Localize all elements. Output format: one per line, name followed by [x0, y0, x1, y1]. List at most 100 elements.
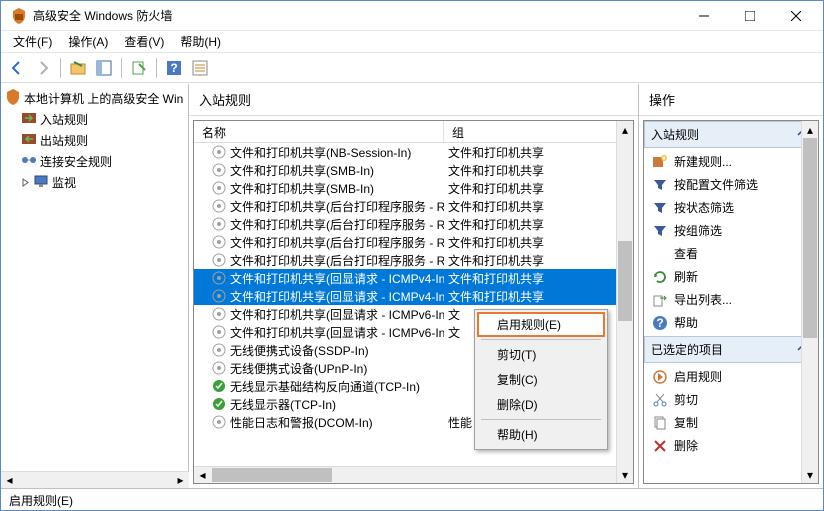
rule-group: 文件和打印机共享	[444, 162, 633, 179]
action-item[interactable]: 复制▸	[648, 411, 814, 434]
action-item[interactable]: 按组筛选▸	[648, 219, 814, 242]
tree-outbound-label: 出站规则	[40, 132, 88, 149]
tree-monitor[interactable]: 监视	[3, 172, 186, 193]
action-label: 按组筛选	[674, 222, 722, 239]
tree-root[interactable]: 本地计算机 上的高级安全 Win	[3, 88, 186, 109]
forward-button[interactable]	[31, 56, 55, 80]
tool-folder[interactable]	[66, 56, 90, 80]
actions-vscroll[interactable]: ▴▾	[801, 121, 818, 483]
close-button[interactable]	[773, 1, 819, 30]
cut-icon	[652, 392, 668, 408]
action-item[interactable]: 新建规则...▸	[648, 150, 814, 173]
action-label: 按状态筛选	[674, 199, 734, 216]
rule-row[interactable]: 文件和打印机共享(后台打印程序服务 - R...文件和打印机共享	[194, 233, 633, 251]
shield-icon	[5, 89, 21, 108]
rule-row[interactable]: 文件和打印机共享(后台打印程序服务 - R...文件和打印机共享	[194, 251, 633, 269]
actions-section-selected[interactable]: 已选定的项目	[644, 336, 818, 363]
tool-help[interactable]: ?	[162, 56, 186, 80]
rule-row[interactable]: 文件和打印机共享(回显请求 - ICMPv4-In)文件和打印机共享	[194, 287, 633, 305]
menu-action[interactable]: 操作(A)	[60, 31, 116, 52]
action-item[interactable]: 导出列表...▸	[648, 288, 814, 311]
action-item[interactable]: 刷新▸	[648, 265, 814, 288]
tool-list[interactable]	[188, 56, 212, 80]
tool-panel[interactable]	[92, 56, 116, 80]
rule-row[interactable]: 文件和打印机共享(回显请求 - ICMPv4-In)文件和打印机共享	[194, 269, 633, 287]
filter-icon	[652, 177, 668, 193]
vscroll[interactable]: ▴ ▾	[616, 121, 633, 483]
action-item[interactable]: 按配置文件筛选▸	[648, 173, 814, 196]
rule-row[interactable]: 文件和打印机共享(后台打印程序服务 - R...文件和打印机共享	[194, 197, 633, 215]
tree-inbound-label: 入站规则	[40, 111, 88, 128]
window-title: 高级安全 Windows 防火墙	[33, 7, 681, 24]
action-label: 查看	[674, 245, 698, 262]
action-item[interactable]: ?帮助▸	[648, 311, 814, 334]
maximize-button[interactable]	[727, 1, 773, 30]
menu-file[interactable]: 文件(F)	[5, 31, 60, 52]
rule-name: 文件和打印机共享(NB-Session-In)	[230, 144, 411, 161]
rule-row[interactable]: 文件和打印机共享(NB-Session-In)文件和打印机共享	[194, 143, 633, 161]
rule-name: 文件和打印机共享(回显请求 - ICMPv4-In)	[230, 270, 444, 287]
ctx-copy[interactable]: 复制(C)	[477, 367, 605, 392]
help-icon: ?	[652, 315, 668, 331]
tree-monitor-label: 监视	[52, 174, 76, 191]
action-label: 复制	[674, 414, 698, 431]
rule-row[interactable]: 文件和打印机共享(后台打印程序服务 - R...文件和打印机共享	[194, 215, 633, 233]
action-item[interactable]: 启用规则▸	[648, 365, 814, 388]
rule-status-icon	[212, 199, 226, 213]
rule-status-icon	[212, 235, 226, 249]
section1-label: 入站规则	[651, 126, 699, 143]
rule-status-icon	[212, 415, 226, 429]
action-item[interactable]: 删除▸	[648, 434, 814, 457]
actions-section-inbound[interactable]: 入站规则	[644, 121, 818, 148]
expand-icon[interactable]	[21, 178, 30, 187]
menu-help[interactable]: 帮助(H)	[172, 31, 229, 52]
action-item[interactable]: 按状态筛选▸	[648, 196, 814, 219]
rule-status-icon	[212, 289, 226, 303]
ctx-enable-rule[interactable]: 启用规则(E)	[477, 312, 605, 337]
action-item[interactable]: 剪切▸	[648, 388, 814, 411]
col-group[interactable]: 组	[444, 121, 633, 142]
center-hscroll[interactable]: ◂▸	[194, 466, 633, 483]
rule-name: 文件和打印机共享(SMB-In)	[230, 180, 374, 197]
tree-outbound[interactable]: 出站规则	[3, 130, 186, 151]
scroll-left-icon[interactable]: ◂	[1, 472, 18, 488]
action-item[interactable]: 查看▸	[648, 242, 814, 265]
context-menu: 启用规则(E) 剪切(T) 复制(C) 删除(D) 帮助(H)	[474, 309, 608, 450]
rule-status-icon	[212, 343, 226, 357]
ctx-help[interactable]: 帮助(H)	[477, 422, 605, 447]
scroll-thumb[interactable]	[618, 241, 632, 321]
tree-connsec[interactable]: 连接安全规则	[3, 151, 186, 172]
status-text: 启用规则(E)	[9, 494, 73, 508]
menu-view[interactable]: 查看(V)	[116, 31, 172, 52]
ctx-cut[interactable]: 剪切(T)	[477, 342, 605, 367]
tree-inbound[interactable]: 入站规则	[3, 109, 186, 130]
section2-label: 已选定的项目	[651, 341, 723, 358]
rule-status-icon	[212, 253, 226, 267]
back-button[interactable]	[5, 56, 29, 80]
actions-heading: 操作	[639, 84, 823, 116]
minimize-button[interactable]	[681, 1, 727, 30]
tree-pane: 本地计算机 上的高级安全 Win 入站规则 出站规则 连接安全规则 监视 ◂▸	[1, 84, 189, 488]
action-label: 刷新	[674, 268, 698, 285]
col-name[interactable]: 名称	[194, 121, 444, 142]
tree-hscroll[interactable]: ◂▸	[1, 471, 189, 488]
app-icon	[11, 8, 27, 24]
inbound-icon	[21, 110, 37, 129]
rule-row[interactable]: 文件和打印机共享(SMB-In)文件和打印机共享	[194, 161, 633, 179]
svg-text:?: ?	[170, 61, 177, 75]
rule-row[interactable]: 文件和打印机共享(SMB-In) 文件和打印机共享	[194, 179, 633, 197]
scroll-up-icon[interactable]: ▴	[617, 121, 633, 138]
scroll-left-icon[interactable]: ◂	[194, 467, 211, 483]
outbound-icon	[21, 131, 37, 150]
filter-icon	[652, 223, 668, 239]
rule-name: 文件和打印机共享(后台打印程序服务 - R...	[230, 234, 444, 251]
rule-group: 文件和打印机共享	[444, 180, 633, 197]
rule-status-icon	[212, 145, 226, 159]
tool-export[interactable]	[127, 56, 151, 80]
rule-name: 文件和打印机共享(后台打印程序服务 - R...	[230, 252, 444, 269]
ctx-delete[interactable]: 删除(D)	[477, 392, 605, 417]
scroll-right-icon[interactable]: ▸	[172, 472, 189, 488]
scroll-down-icon[interactable]: ▾	[617, 466, 633, 483]
rule-name: 文件和打印机共享(后台打印程序服务 - R...	[230, 198, 444, 215]
hscroll-thumb[interactable]	[212, 468, 332, 482]
